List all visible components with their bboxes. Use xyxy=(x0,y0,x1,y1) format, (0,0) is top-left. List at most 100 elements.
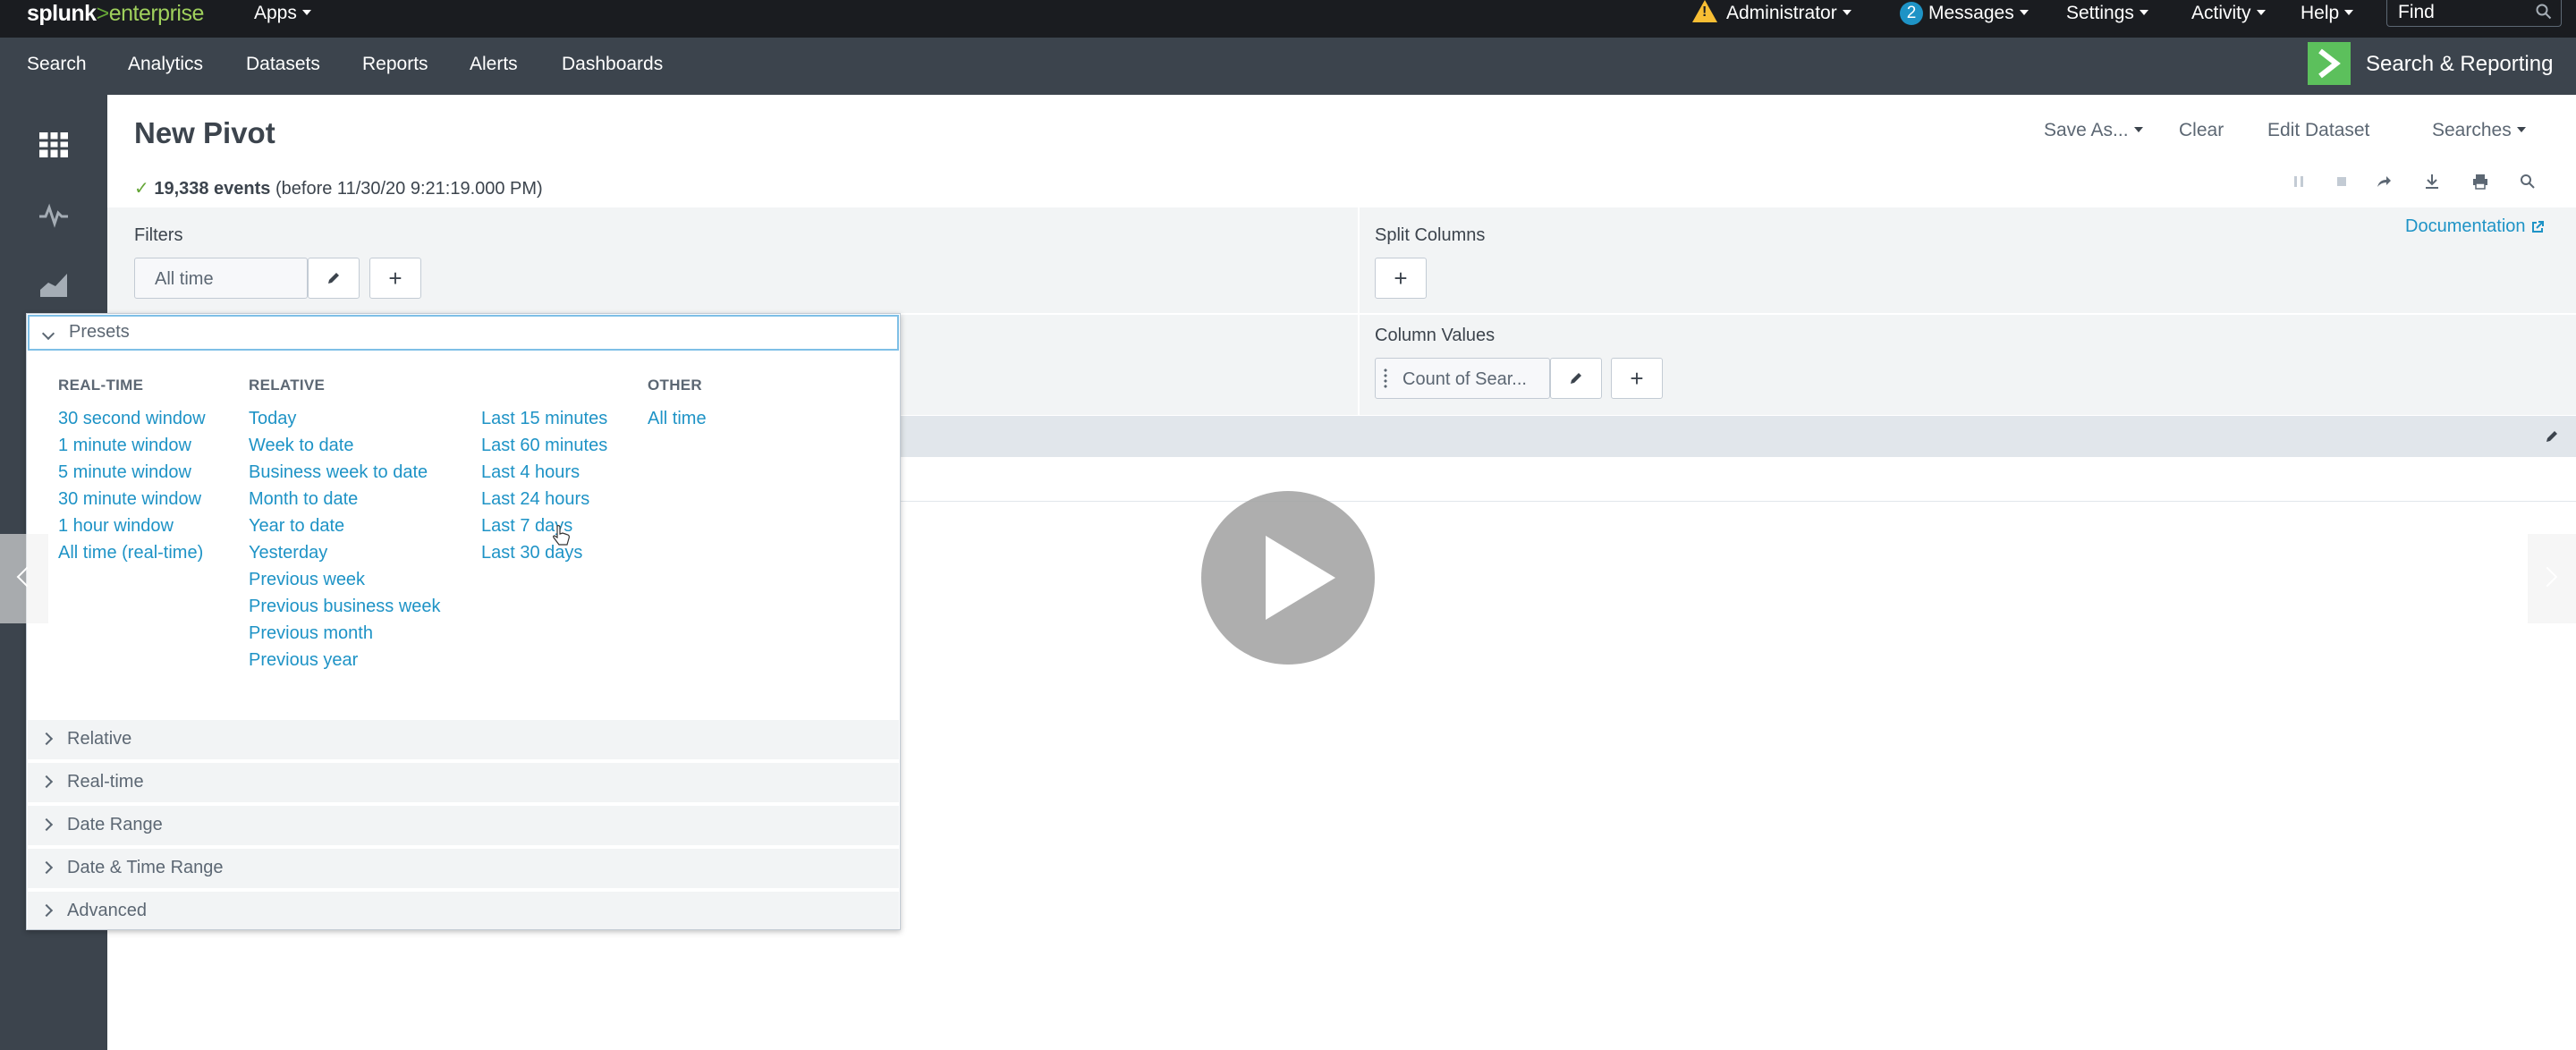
preset-previous-year[interactable]: Previous year xyxy=(249,650,358,671)
app-chevron-icon xyxy=(2318,48,2341,79)
inspect-search-icon[interactable] xyxy=(2519,173,2537,191)
edit-visualization-icon[interactable] xyxy=(2544,428,2560,445)
splunk-logo[interactable]: splunk>enterprise xyxy=(27,0,204,38)
nav-datasets[interactable]: Datasets xyxy=(246,38,320,95)
clear-button[interactable]: Clear xyxy=(2179,120,2224,141)
app-logo[interactable] xyxy=(2308,42,2351,85)
preset-last-4-hours[interactable]: Last 4 hours xyxy=(481,462,580,483)
realtime-section-header[interactable]: Real-time xyxy=(28,761,899,802)
nav-reports[interactable]: Reports xyxy=(362,38,428,95)
documentation-link[interactable]: Documentation xyxy=(2405,216,2545,237)
edit-column-value-button[interactable] xyxy=(1550,358,1602,399)
messages-count-badge: 2 xyxy=(1900,2,1923,26)
nav-dashboards[interactable]: Dashboards xyxy=(562,38,663,95)
activity-label: Activity xyxy=(2191,3,2251,23)
advanced-section-header[interactable]: Advanced xyxy=(28,890,899,929)
messages-label: Messages xyxy=(1928,3,2014,23)
download-icon[interactable] xyxy=(2423,173,2441,191)
column-value-count[interactable]: Count of Sear... xyxy=(1375,358,1550,399)
help-label: Help xyxy=(2301,3,2340,23)
caret-down-icon xyxy=(2256,9,2266,15)
searches-button[interactable]: Searches xyxy=(2432,120,2526,141)
advanced-section-label: Advanced xyxy=(67,901,147,920)
preset-year-to-date[interactable]: Year to date xyxy=(249,516,344,537)
preset-last-15-minutes[interactable]: Last 15 minutes xyxy=(481,409,607,429)
add-filter-button[interactable]: + xyxy=(369,258,421,299)
preset-previous-month[interactable]: Previous month xyxy=(249,623,373,644)
edit-filter-button[interactable] xyxy=(308,258,360,299)
date-range-section-label: Date Range xyxy=(67,815,163,834)
caret-down-icon xyxy=(2516,126,2526,132)
stop-icon[interactable] xyxy=(2333,173,2351,191)
previous-slide-button[interactable] xyxy=(0,534,48,623)
help-menu[interactable]: Help xyxy=(2301,0,2354,27)
caret-down-icon xyxy=(1842,9,1852,15)
date-time-range-section-header[interactable]: Date & Time Range xyxy=(28,847,899,888)
apps-menu[interactable]: Apps xyxy=(254,0,311,27)
preset-business-week-to-date[interactable]: Business week to date xyxy=(249,462,428,483)
nav-alerts[interactable]: Alerts xyxy=(470,38,518,95)
preset-1-hour-window[interactable]: 1 hour window xyxy=(58,516,174,537)
logo-main-text: splunk xyxy=(27,1,97,26)
split-rows-pane xyxy=(894,315,1358,415)
date-range-section-header[interactable]: Date Range xyxy=(28,804,899,845)
settings-label: Settings xyxy=(2066,3,2134,23)
page-title: New Pivot xyxy=(134,116,275,149)
edit-dataset-button[interactable]: Edit Dataset xyxy=(2267,120,2369,141)
table-icon[interactable] xyxy=(38,129,70,161)
caret-down-icon xyxy=(2019,9,2029,15)
save-as-button[interactable]: Save As... xyxy=(2044,120,2143,141)
caret-down-icon xyxy=(2139,9,2148,15)
preset-5-minute-window[interactable]: 5 minute window xyxy=(58,462,191,483)
event-time-detail: (before 11/30/20 9:21:19.000 PM) xyxy=(275,179,543,199)
preset-all-time[interactable]: All time xyxy=(648,409,707,429)
date-time-range-section-label: Date & Time Range xyxy=(67,858,224,877)
preset-1-minute-window[interactable]: 1 minute window xyxy=(58,436,191,456)
filter-all-time[interactable]: All time xyxy=(134,258,308,299)
preset-previous-business-week[interactable]: Previous business week xyxy=(249,597,441,617)
relative-section-header[interactable]: Relative xyxy=(28,718,899,759)
find-box xyxy=(2386,0,2562,27)
activity-menu[interactable]: Activity xyxy=(2191,0,2266,27)
pause-icon[interactable] xyxy=(2290,173,2308,191)
nav-search[interactable]: Search xyxy=(27,38,87,95)
find-input[interactable] xyxy=(2387,0,2521,25)
preset-previous-week[interactable]: Previous week xyxy=(249,570,365,590)
app-bar: Search Analytics Datasets Reports Alerts… xyxy=(0,38,2576,95)
preset-last-24-hours[interactable]: Last 24 hours xyxy=(481,489,589,510)
area-chart-icon[interactable] xyxy=(38,268,70,301)
relative-column-header: RELATIVE xyxy=(249,377,326,394)
activity-line-icon[interactable] xyxy=(38,199,70,231)
messages-menu[interactable]: 2 Messages xyxy=(1900,0,2029,27)
play-button[interactable] xyxy=(1201,491,1375,665)
preset-30-minute-window[interactable]: 30 minute window xyxy=(58,489,201,510)
logo-product-text: enterprise xyxy=(108,1,205,26)
play-icon xyxy=(1266,536,1335,620)
add-split-column-button[interactable]: + xyxy=(1375,258,1427,299)
preset-week-to-date[interactable]: Week to date xyxy=(249,436,353,456)
search-icon[interactable] xyxy=(2536,4,2552,20)
chevron-down-icon xyxy=(41,326,55,341)
filter-value: All time xyxy=(155,269,214,289)
preset-30-second-window[interactable]: 30 second window xyxy=(58,409,206,429)
preset-month-to-date[interactable]: Month to date xyxy=(249,489,358,510)
next-slide-button[interactable] xyxy=(2528,534,2576,623)
add-column-value-button[interactable]: + xyxy=(1611,358,1663,399)
preset-all-time-realtime[interactable]: All time (real-time) xyxy=(58,543,203,563)
presets-section-header[interactable]: Presets xyxy=(28,315,899,351)
settings-menu[interactable]: Settings xyxy=(2066,0,2148,27)
share-icon[interactable] xyxy=(2375,173,2393,191)
preset-last-60-minutes[interactable]: Last 60 minutes xyxy=(481,436,607,456)
nav-analytics[interactable]: Analytics xyxy=(128,38,203,95)
apps-label: Apps xyxy=(254,3,297,23)
logo-gt-text: > xyxy=(96,1,110,26)
print-icon[interactable] xyxy=(2471,173,2489,191)
plus-icon: + xyxy=(388,265,402,292)
preset-yesterday[interactable]: Yesterday xyxy=(249,543,327,563)
administrator-menu[interactable]: Administrator xyxy=(1692,0,1852,27)
top-bar: splunk>enterprise Apps Administrator 2Me… xyxy=(0,0,2576,38)
searches-label: Searches xyxy=(2432,120,2512,140)
preset-today[interactable]: Today xyxy=(249,409,296,429)
app-title[interactable]: Search & Reporting xyxy=(2366,38,2553,95)
drag-handle-icon[interactable] xyxy=(1383,368,1388,389)
